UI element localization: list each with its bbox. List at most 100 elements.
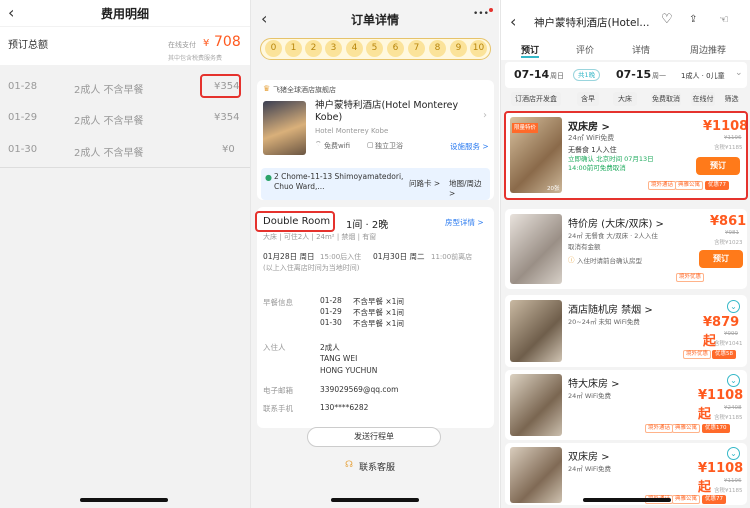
- total-section: 预订总额 在线支付 ¥ 708 其中包含税费服务费: [0, 27, 250, 65]
- original-price: ¥981: [725, 230, 739, 236]
- room-photo: [510, 214, 562, 284]
- home-indicator: [80, 498, 168, 502]
- promo-tag: 境外优惠: [683, 350, 712, 359]
- phone-label: 联系手机: [263, 404, 293, 413]
- row-desc: 2成人 不含早餐: [74, 85, 144, 96]
- filter-chip[interactable]: 大床: [613, 92, 637, 106]
- promo-tag: 境外通话: [645, 424, 674, 433]
- room-item[interactable]: 特价房 (大床/双床) > 24㎡ 无餐食 大/双床 · 2人入住 取消有金额 …: [505, 209, 747, 289]
- book-button[interactable]: 预订: [696, 157, 740, 175]
- row-date: 01-30: [8, 144, 38, 155]
- filter-chip[interactable]: 在线付: [691, 92, 715, 106]
- online-pay-label: 在线支付: [168, 41, 196, 49]
- row-desc: 2成人 不含早餐: [74, 116, 144, 127]
- step-dot: 0: [265, 40, 282, 57]
- address-bar[interactable]: ● 2 Chome-11-13 Shimoyamatedori, Chuo Wa…: [261, 168, 490, 200]
- breakfast-date: 01-28: [320, 296, 342, 305]
- step-dot: 3: [325, 40, 342, 57]
- breakfast-value: 不含早餐 ×1间: [353, 319, 404, 328]
- promo-tag: 境外优惠: [676, 273, 705, 282]
- filter-button[interactable]: 筛选: [718, 92, 745, 106]
- guest-selector[interactable]: 1成人 · 0儿童: [681, 71, 725, 81]
- step-dot: 4: [346, 40, 363, 57]
- tax-price: 含税¥1041: [714, 341, 743, 347]
- phone-value: 130****6282: [320, 403, 369, 412]
- cost-row: 01-28 2成人 不含早餐 ¥354: [0, 72, 250, 102]
- customer-service-link[interactable]: 联系客服: [359, 460, 395, 473]
- date-selector[interactable]: 07-14 周日 共1晚 07-15 周一 1成人 · 0儿童 ⌄: [505, 62, 747, 88]
- filter-chip[interactable]: 含早: [577, 92, 599, 106]
- hand-icon[interactable]: ☜: [719, 13, 729, 26]
- email-label: 电子邮箱: [263, 386, 293, 395]
- breakfast-date: 01-29: [320, 307, 342, 316]
- checkout-date: 07-15: [616, 68, 652, 81]
- room-detail-link[interactable]: 房型详情 >: [445, 217, 484, 228]
- currency: ¥: [203, 38, 210, 49]
- hotel-name: 神户蒙特利酒店(Hotel Monterey Kobe): [315, 100, 459, 123]
- row-price: ¥354: [214, 81, 240, 92]
- room-item[interactable]: 限量特价 20张 双床房 > 24㎡ WiFi免费 无餐食 1人入住 立即确认 …: [505, 112, 748, 198]
- filter-chip[interactable]: 订酒店开发盒: [511, 92, 561, 106]
- info-icon: ⓘ: [568, 256, 575, 264]
- facility-link[interactable]: 设施服务 >: [450, 141, 489, 152]
- room-name: 特价房 (大床/双床) >: [568, 219, 664, 230]
- store-icon: ♛: [263, 84, 271, 93]
- tab-reviews[interactable]: 评价: [576, 43, 594, 56]
- total-label: 预订总额: [8, 40, 48, 51]
- book-button[interactable]: 预订: [699, 250, 743, 268]
- room-name: 双床房 >: [568, 452, 610, 463]
- map-link[interactable]: 地图/周边 >: [449, 178, 490, 198]
- row-price: ¥354: [214, 112, 240, 123]
- checkin-time: 15:00后入住: [320, 253, 362, 261]
- guest-info-card: 早餐信息 01-28 不含早餐 ×1间 01-29 不含早餐 ×1间 01-30…: [257, 283, 494, 428]
- share-icon[interactable]: ⇪: [689, 14, 697, 25]
- tab-details[interactable]: 详情: [632, 43, 650, 56]
- filter-chip[interactable]: 免费取消: [651, 92, 681, 106]
- step-dot: 5: [366, 40, 383, 57]
- row-date: 01-28: [8, 81, 38, 92]
- cost-detail-screen: ‹ 费用明细 预订总额 在线支付 ¥ 708 其中包含税费服务费 01-28 2…: [0, 0, 250, 508]
- step-dot: 6: [387, 40, 404, 57]
- checkin-date: 07-14: [514, 68, 550, 81]
- more-icon[interactable]: •••: [473, 9, 489, 19]
- time-note: (以上入住离店时间为当地时间): [263, 264, 360, 272]
- room-item[interactable]: 酒店随机房 禁烟 > 20~24㎡ 未知 WiFi免费 ⌄ ¥879起 ¥999…: [505, 295, 747, 367]
- send-itinerary-button[interactable]: 发送行程单: [307, 427, 441, 447]
- expand-chevron-icon[interactable]: ⌄: [727, 300, 740, 313]
- promo-tag: 优惠58: [712, 350, 736, 359]
- expand-chevron-icon[interactable]: ⌄: [727, 374, 740, 387]
- room-type: Double Room: [263, 216, 331, 227]
- tab-booking[interactable]: 预订: [521, 43, 539, 56]
- room-name: 酒店随机房 禁烟 >: [568, 305, 653, 316]
- promo-tag: 优惠77: [702, 495, 726, 504]
- page-title: 订单详情: [351, 13, 400, 27]
- guest-count: 2成人: [320, 343, 340, 352]
- room-size: 24㎡ WiFi免费: [568, 392, 611, 400]
- original-price: ¥999: [724, 331, 738, 337]
- heart-icon[interactable]: ♡: [661, 12, 673, 27]
- step-dot: 8: [429, 40, 446, 57]
- breakfast-label: 早餐信息: [263, 298, 293, 307]
- tax-price: 含税¥1185: [714, 145, 743, 151]
- step-dot: 2: [305, 40, 322, 57]
- back-arrow-icon[interactable]: ‹: [261, 11, 267, 27]
- cancel-policy: 立即确认 北京时间 07月13日 14:00前可免费取消: [568, 155, 654, 172]
- tax-price: 含税¥1185: [714, 415, 743, 421]
- breakfast-value: 不含早餐 ×1间: [353, 308, 404, 317]
- room-item[interactable]: 特大床房 > 24㎡ WiFi免费 ⌄ ¥1108起 ¥2408 含税¥1185…: [505, 370, 747, 440]
- room-name: 双床房 >: [568, 122, 610, 133]
- promo-tag: 典雅公寓: [675, 181, 704, 190]
- tab-nearby[interactable]: 周边推荐: [690, 43, 726, 56]
- order-detail-screen: ‹ 订单详情 ••• 0 1 2 3 4 5 6 7 8 9 10 ♛ 飞猪全球…: [250, 0, 499, 508]
- expand-chevron-icon[interactable]: ⌄: [727, 447, 740, 460]
- breakfast-value: 不含早餐 ×1间: [353, 297, 404, 306]
- ask-card-link[interactable]: 问路卡 >: [409, 178, 440, 189]
- promo-tag: 优惠77: [705, 181, 729, 190]
- room-name: 特大床房 >: [568, 379, 620, 390]
- original-price: ¥1196: [724, 478, 742, 484]
- back-arrow-icon[interactable]: ‹: [510, 14, 516, 30]
- checkout-time: 11:00前离店: [431, 253, 473, 261]
- guest-name: TANG WEI: [320, 354, 358, 363]
- room-item[interactable]: 双床房 > 24㎡ WiFi免费 ⌄ ¥1108起 ¥1196 含税¥1185 …: [505, 443, 747, 505]
- promo-tag: 优惠170: [702, 424, 730, 433]
